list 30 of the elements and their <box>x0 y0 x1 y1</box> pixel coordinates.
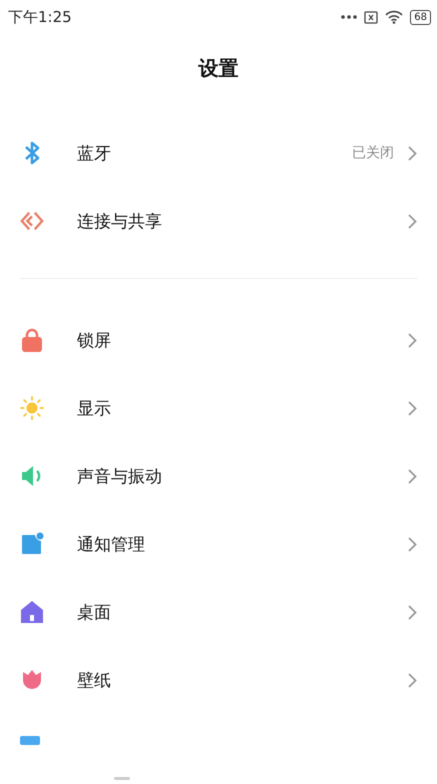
wifi-icon <box>385 10 404 24</box>
settings-item[interactable]: 显示 <box>0 374 437 442</box>
theme-icon <box>20 736 40 745</box>
lock-icon <box>21 328 43 352</box>
chevron-icon <box>408 536 417 552</box>
more-dots-icon <box>341 15 358 19</box>
chevron-icon <box>408 672 417 688</box>
chevron-icon <box>408 214 417 228</box>
chevron-icon <box>408 604 417 620</box>
settings-item[interactable]: 蓝牙 已关闭 <box>0 119 437 187</box>
home-icon <box>20 600 44 624</box>
settings-item[interactable]: 锁屏 <box>0 306 437 374</box>
no-sim-icon <box>364 10 378 24</box>
notification-icon <box>20 532 44 556</box>
battery-level: 68 <box>410 10 431 24</box>
chevron-icon <box>408 146 417 160</box>
settings-item[interactable]: 连接与共享 <box>0 187 437 255</box>
settings-item[interactable]: 壁纸 <box>0 646 437 714</box>
settings-item[interactable]: 桌面 <box>0 578 437 646</box>
sun-icon <box>20 395 44 421</box>
home-handle[interactable] <box>114 777 130 780</box>
settings-item[interactable]: 声音与振动 <box>0 442 437 510</box>
status-time: 下午1:25 <box>8 8 72 26</box>
page-title: 设置 <box>198 54 238 82</box>
tulip-icon <box>20 668 44 692</box>
chevron-icon <box>408 468 417 484</box>
chevron-icon <box>408 400 417 416</box>
chevron-icon <box>408 332 417 348</box>
link-icon <box>20 210 44 232</box>
settings-item[interactable]: 通知管理 <box>0 510 437 578</box>
